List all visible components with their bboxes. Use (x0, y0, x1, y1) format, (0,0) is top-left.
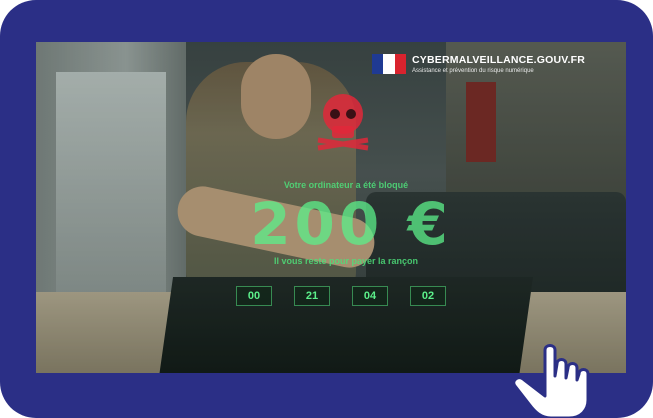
french-flag-icon (372, 54, 406, 74)
cybermalveillance-logo: CYBERMALVEILLANCE.GOUV.FR Assistance et … (372, 52, 622, 82)
skull-icon (317, 94, 369, 151)
hand-pointer-icon (512, 344, 590, 418)
timer-digit: 00 (236, 286, 272, 306)
ransom-footer: Il vous reste pour payer la rançon (273, 256, 419, 266)
ransom-header: Votre ordinateur a été bloqué (283, 180, 409, 190)
timer-digit: 04 (352, 286, 388, 306)
timer-digit: 21 (294, 286, 330, 306)
logo-title: CYBERMALVEILLANCE.GOUV.FR (412, 54, 586, 66)
countdown-timer: 00 21 04 02 (236, 286, 456, 308)
timer-digit: 02 (410, 286, 446, 306)
logo-subtitle: Assistance et prévention du risque numér… (412, 68, 534, 74)
video-player[interactable]: Votre ordinateur a été bloqué 200 € Il v… (36, 42, 626, 373)
ransom-amount: 200 € (250, 190, 452, 258)
